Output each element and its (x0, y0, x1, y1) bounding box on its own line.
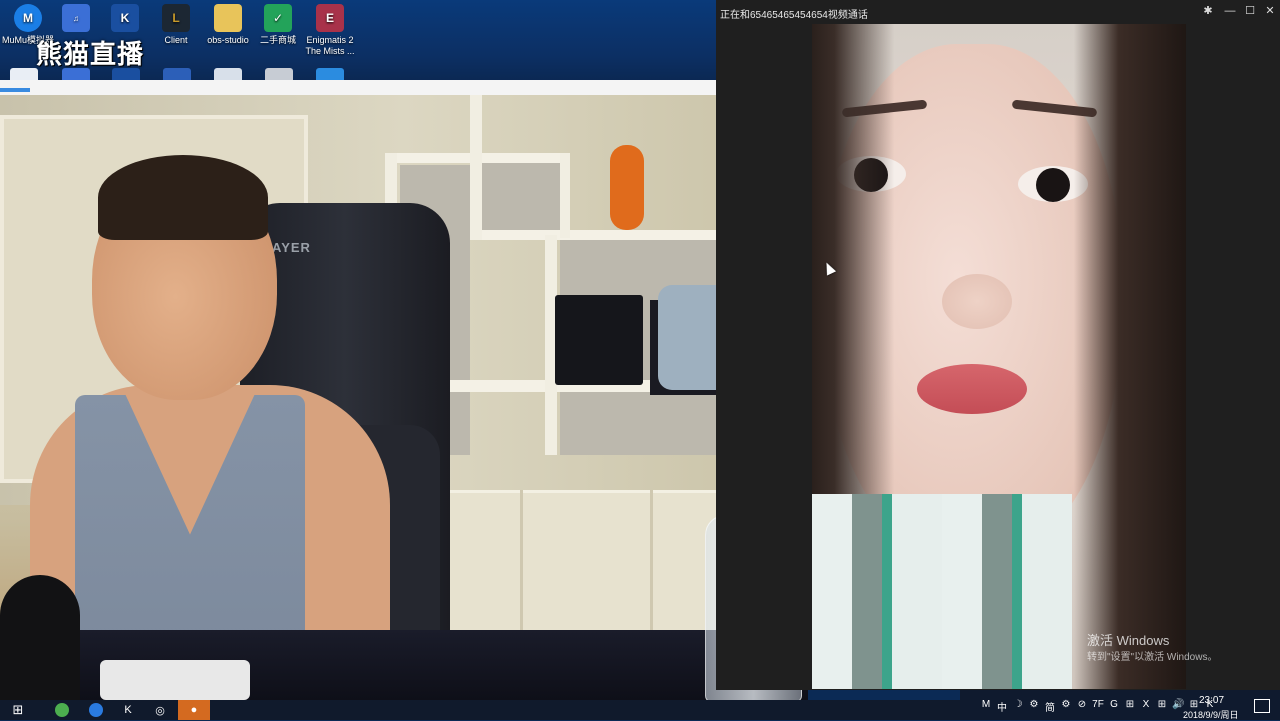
green-circle-app-icon (55, 703, 69, 717)
maximize-icon[interactable]: ☐ (1240, 3, 1260, 19)
laptop (100, 660, 250, 700)
desktop-icon-label: obs-studio (207, 35, 249, 45)
call-window-title: 正在和65465465454654视频通话 (720, 10, 868, 21)
taskbar-app-2[interactable] (82, 700, 110, 720)
desktop-icon-client[interactable]: L Client (148, 4, 204, 46)
tray-icon[interactable]: 7F (1092, 699, 1104, 714)
desktop-icon-k[interactable]: K (97, 4, 153, 35)
simplified-chinese-icon[interactable]: 简 (1044, 699, 1056, 714)
settings-icon[interactable]: ⚙ (1060, 699, 1072, 714)
clock-time[interactable]: 23:07 (1199, 695, 1224, 706)
network-icon[interactable]: ⊞ (1156, 699, 1168, 714)
video-call-window[interactable]: 正在和65465465454654视频通话 ✱ — ☐ ✕ (716, 0, 1280, 690)
g-app-icon[interactable]: G (1108, 699, 1120, 714)
close-icon[interactable]: ✕ (1260, 3, 1280, 19)
window-tab-indicator (0, 88, 30, 92)
taskbar-app-3[interactable]: K (114, 700, 142, 720)
notification-center-icon[interactable] (1254, 699, 1270, 713)
tray-icons: M 中 ☽ ⚙ 简 ⚙ ⊘ 7F G ⊞ X ⊞ 🔊 ⊞ K (980, 699, 1216, 714)
ime-icon[interactable]: 中 (996, 699, 1008, 714)
tray-icon[interactable]: ⊞ (1124, 699, 1136, 714)
settings-icon[interactable]: ⚙ (1028, 699, 1040, 714)
start-button[interactable]: ⊞ (4, 700, 32, 720)
tray-icon[interactable]: M (980, 699, 992, 714)
desktop-icon-secondhand[interactable]: ✓ 二手商城 (250, 4, 306, 46)
panda-app-icon: ● (190, 704, 198, 716)
enigmatis-game-icon: E (316, 4, 344, 32)
microphone (0, 575, 80, 700)
shelf-back (480, 160, 560, 230)
desktop-icon-enigmatis[interactable]: E Enigmatis 2 The Mists ... (302, 4, 358, 57)
desktop-icon-label: Enigmatis 2 The Mists ... (305, 35, 355, 56)
app-k-icon: K (124, 704, 132, 716)
panda-live-logo: 熊猫直播 (36, 40, 145, 70)
shelf-divider (470, 95, 482, 240)
blocked-icon[interactable]: ⊘ (1076, 699, 1088, 714)
streamer-hair (98, 155, 268, 240)
league-client-icon: L (162, 4, 190, 32)
folder-icon (214, 4, 242, 32)
moon-icon[interactable]: ☽ (1012, 699, 1024, 714)
blue-k-app-icon (89, 703, 103, 717)
mumu-icon: M (14, 4, 42, 32)
desktop-icon-obs[interactable]: obs-studio (200, 4, 256, 46)
secondhand-mall-icon: ✓ (264, 4, 292, 32)
activate-windows-hint: 转到"设置"以激活 Windows。 (1087, 652, 1218, 663)
desktop-icon-mp3[interactable]: ♫ (48, 4, 104, 35)
shelf-divider (560, 153, 570, 238)
tray-icon[interactable]: X (1140, 699, 1152, 714)
plaid-shirt (812, 494, 1072, 689)
speaker (555, 295, 643, 385)
chair-brand-text: AYER (272, 240, 311, 255)
pin-icon[interactable]: ✱ (1198, 3, 1218, 19)
activate-windows-title: 激活 Windows (1087, 633, 1170, 648)
remote-video-feed (812, 24, 1186, 689)
taskbar-app-5-active[interactable]: ● (178, 700, 210, 720)
desktop-icon-label: Client (164, 35, 188, 45)
taskbar-app-4[interactable]: ◎ (146, 700, 174, 720)
clock-date[interactable]: 2018/9/9/周日 (1183, 708, 1239, 721)
taskbar-app-1[interactable] (48, 700, 76, 720)
window-strip (0, 80, 716, 95)
windows-logo-icon: ⊞ (12, 702, 24, 717)
app-k-icon: K (111, 4, 139, 32)
desktop-icon-label: 二手商城 (259, 35, 296, 45)
orange-toy (610, 145, 644, 230)
streamer-webcam-feed: AYER (0, 95, 808, 700)
minimize-icon[interactable]: — (1220, 3, 1240, 19)
obs-icon: ◎ (155, 704, 165, 717)
mp3-file-icon: ♫ (62, 4, 90, 32)
